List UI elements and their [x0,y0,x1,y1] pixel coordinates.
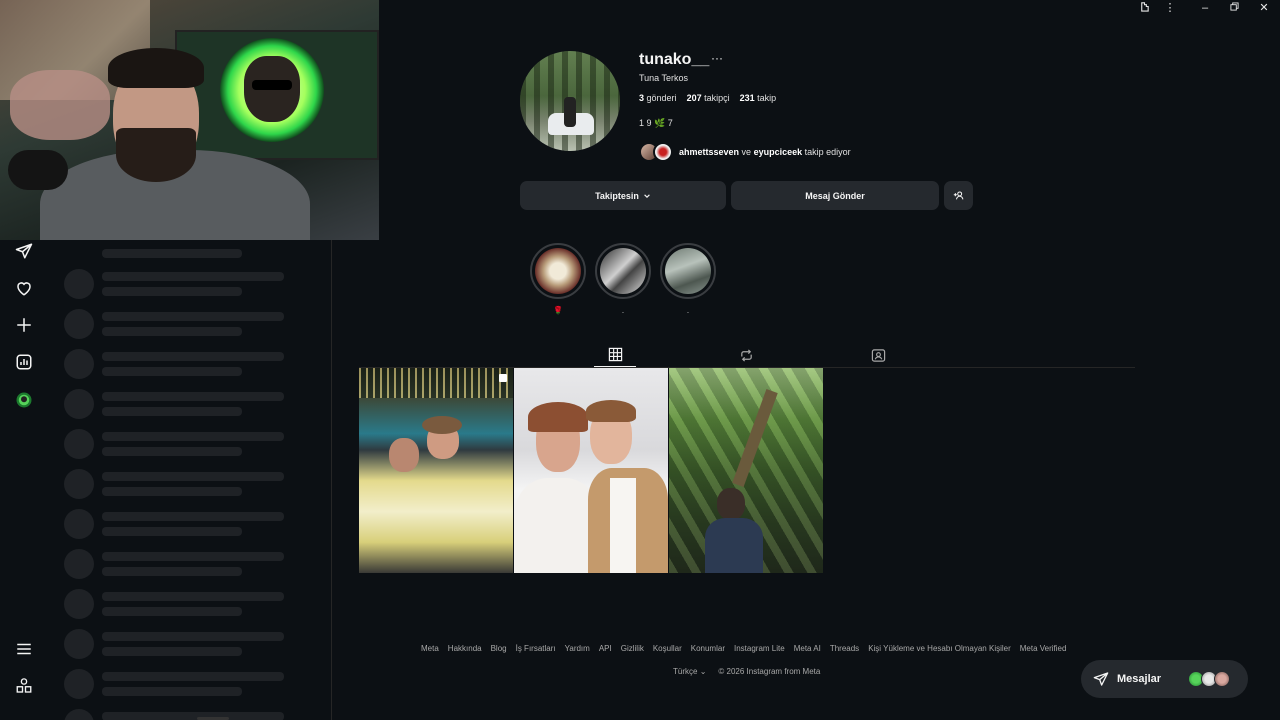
followed-by[interactable]: ahmettsseven ve eyupciceek takip ediyor [639,142,851,162]
post-thumbnail[interactable] [669,368,823,573]
profile-picture[interactable] [520,51,620,151]
list-item-skeleton [64,669,304,701]
following-button[interactable]: Takiptesin [520,181,726,210]
list-item-skeleton [64,629,304,661]
minimize-icon[interactable]: – [1195,1,1215,16]
footer-link[interactable]: Blog [491,644,507,653]
more-menu-icon[interactable] [14,639,34,659]
list-item-skeleton [64,349,304,381]
chevron-down-icon: ⌄ [699,667,707,676]
direct-messages-icon[interactable] [14,241,34,261]
notifications-heart-icon[interactable] [14,278,34,298]
footer-link[interactable]: Konumlar [691,644,725,653]
dashboard-icon[interactable] [14,352,34,372]
footer-link[interactable]: Yardım [565,644,590,653]
footer-link[interactable]: Meta Verified [1020,644,1067,653]
footer-links: Meta Hakkında Blog İş Fırsatları Yardım … [421,644,1066,653]
footer-link[interactable]: Gizlilik [621,644,644,653]
create-plus-icon[interactable] [14,315,34,335]
highlight-label: . [686,306,690,315]
footer-link[interactable]: Kişi Yükleme ve Hesabı Olmayan Kişiler [868,644,1011,653]
direct-send-icon [1093,672,1109,686]
profile-username: tunako__ [639,51,710,68]
footer-link[interactable]: Instagram Lite [734,644,785,653]
streamer-logo [220,38,324,142]
meta-apps-icon[interactable] [14,676,34,696]
list-item-skeleton [64,269,304,301]
post-thumbnail[interactable] [514,368,668,573]
highlight-label: . [621,306,625,315]
suggest-user-button[interactable] [944,181,973,210]
messages-label: Mesajlar [1117,673,1162,685]
options-dots-icon[interactable]: ··· [711,51,723,65]
list-item-skeleton [64,309,304,341]
list-item-skeleton [64,549,304,581]
highlight-label: 🌹 [553,306,563,315]
footer-link[interactable]: API [599,644,612,653]
follower-avatar [653,142,673,162]
webcam-overlay [0,0,379,240]
tab-reposts[interactable] [725,343,767,367]
posts-stat: 3 gönderi [639,93,677,103]
messages-button[interactable]: Mesajlar [1081,660,1248,698]
followers-stat[interactable]: 207 takipçi [687,93,730,103]
list-item-skeleton [64,709,304,720]
list-item-skeleton [64,509,304,541]
footer-link[interactable]: Hakkında [448,644,482,653]
story-highlight[interactable] [530,243,586,299]
footer-link[interactable]: Meta AI [794,644,821,653]
list-item-skeleton [64,237,304,269]
tab-tagged[interactable] [857,343,899,367]
profile-full-name: Tuna Terkos [639,73,689,83]
carousel-icon [499,374,507,382]
profile-bio: 1 9 🌿 7 [639,118,673,128]
close-icon[interactable]: ✕ [1254,1,1274,16]
list-item-skeleton [64,589,304,621]
copyright-text: © 2026 Instagram from Meta [718,667,821,676]
story-highlight[interactable] [595,243,651,299]
following-stat[interactable]: 231 takip [740,93,777,103]
story-highlight[interactable] [660,243,716,299]
repost-icon [740,348,752,362]
profile-avatar-icon[interactable] [14,390,34,410]
footer-link[interactable]: İş Fırsatları [516,644,556,653]
language-selector[interactable]: Türkçe ⌄ [673,667,706,676]
kebab-menu-icon[interactable]: ⋮ [1160,1,1180,16]
footer-bottom: Türkçe ⌄ © 2026 Instagram from Meta [673,667,820,676]
extensions-icon[interactable] [1134,1,1154,16]
messages-avatars [1188,671,1230,687]
restore-icon[interactable] [1224,1,1244,16]
profile-stats: 3 gönderi 207 takipçi 231 takip [639,93,776,103]
list-item-skeleton [64,389,304,421]
post-thumbnail[interactable] [359,368,513,573]
avatar [1214,671,1230,687]
footer-link[interactable]: Threads [830,644,859,653]
tagged-icon [871,348,885,362]
send-message-button[interactable]: Mesaj Gönder [731,181,939,210]
add-person-icon [953,191,964,200]
chevron-down-icon [644,193,650,198]
tab-posts-grid[interactable] [594,343,636,367]
grid-icon [608,347,622,362]
list-item-skeleton [64,429,304,461]
list-item-skeleton [64,469,304,501]
footer-link[interactable]: Meta [421,644,439,653]
footer-link[interactable]: Koşullar [653,644,682,653]
